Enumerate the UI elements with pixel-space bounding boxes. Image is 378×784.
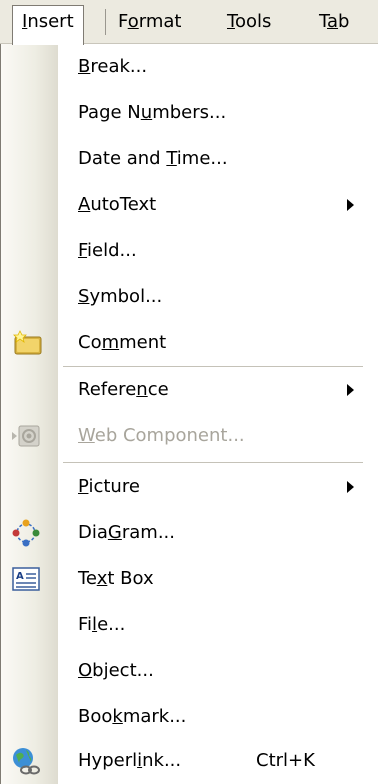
menu-item-label: DiaGram...: [78, 522, 175, 543]
menu-item-file[interactable]: File...: [1, 602, 369, 648]
menu-item-page-numbers[interactable]: Page Numbers...: [1, 90, 369, 136]
menu-item-label: Object...: [78, 660, 154, 681]
menu-item-label: Picture: [78, 476, 140, 497]
menu-item-label: Hyperlink...: [78, 750, 182, 771]
menu-tools[interactable]: Tools: [227, 6, 271, 38]
submenu-arrow-icon: [347, 199, 354, 211]
menubar-separator: [105, 9, 106, 35]
menu-item-diagram[interactable]: DiaGram...: [1, 510, 369, 556]
menu-item-break[interactable]: Break...: [1, 44, 369, 90]
menu-item-text-box[interactable]: A Text Box: [1, 556, 369, 602]
diagram-icon: [12, 519, 40, 547]
menu-item-label: Break...: [78, 56, 148, 77]
submenu-arrow-icon: [347, 481, 354, 493]
menu-item-field[interactable]: Field...: [1, 228, 369, 274]
menu-item-comment[interactable]: Comment: [1, 320, 369, 366]
menu-bar: Insert Format Tools Tab: [0, 0, 378, 45]
menu-item-label: Reference: [78, 379, 169, 400]
hyperlink-icon: [13, 748, 40, 775]
menu-format-label: Format: [118, 11, 182, 32]
menu-item-label: Web Component...: [78, 425, 245, 446]
menu-item-hyperlink[interactable]: Hyperlink... Ctrl+K: [1, 738, 369, 784]
menu-table-label: Tab: [319, 11, 350, 32]
menu-item-bookmark[interactable]: Bookmark...: [1, 694, 369, 740]
menu-item-label: Text Box: [78, 568, 154, 589]
menu-item-date-and-time[interactable]: Date and Time...: [1, 136, 369, 182]
submenu-arrow-icon: [347, 384, 354, 396]
text-box-icon: A: [12, 567, 40, 591]
menu-item-label: Page Numbers...: [78, 102, 227, 123]
menu-item-shortcut: Ctrl+K: [256, 750, 315, 771]
menu-item-label: File...: [78, 614, 126, 635]
menu-item-picture[interactable]: Picture: [1, 464, 369, 510]
menu-item-label: Date and Time...: [78, 148, 228, 169]
menu-item-object[interactable]: Object...: [1, 648, 369, 694]
menu-table[interactable]: Tab: [319, 6, 349, 38]
menu-insert-label: Insert: [22, 11, 74, 32]
web-component-icon: [12, 425, 40, 447]
menu-separator: [63, 462, 363, 463]
menu-insert[interactable]: Insert: [12, 5, 84, 45]
menu-item-label: Bookmark...: [78, 706, 187, 727]
menu-item-reference[interactable]: Reference: [1, 367, 369, 413]
menu-item-label: Field...: [78, 240, 137, 261]
comment-icon: [13, 330, 42, 355]
menu-item-label: Symbol...: [78, 286, 163, 307]
menu-item-label: Comment: [78, 332, 167, 353]
menu-item-symbol[interactable]: Symbol...: [1, 274, 369, 320]
menu-item-autotext[interactable]: AutoText: [1, 182, 369, 228]
menu-item-label: AutoText: [78, 194, 157, 215]
insert-dropdown-menu: Break... Page Numbers... Date and Time..…: [0, 44, 368, 784]
svg-text:A: A: [16, 571, 24, 582]
menu-item-web-component[interactable]: Web Component...: [1, 413, 369, 459]
menu-format[interactable]: Format: [118, 6, 181, 38]
menu-tools-label: Tools: [227, 11, 272, 32]
